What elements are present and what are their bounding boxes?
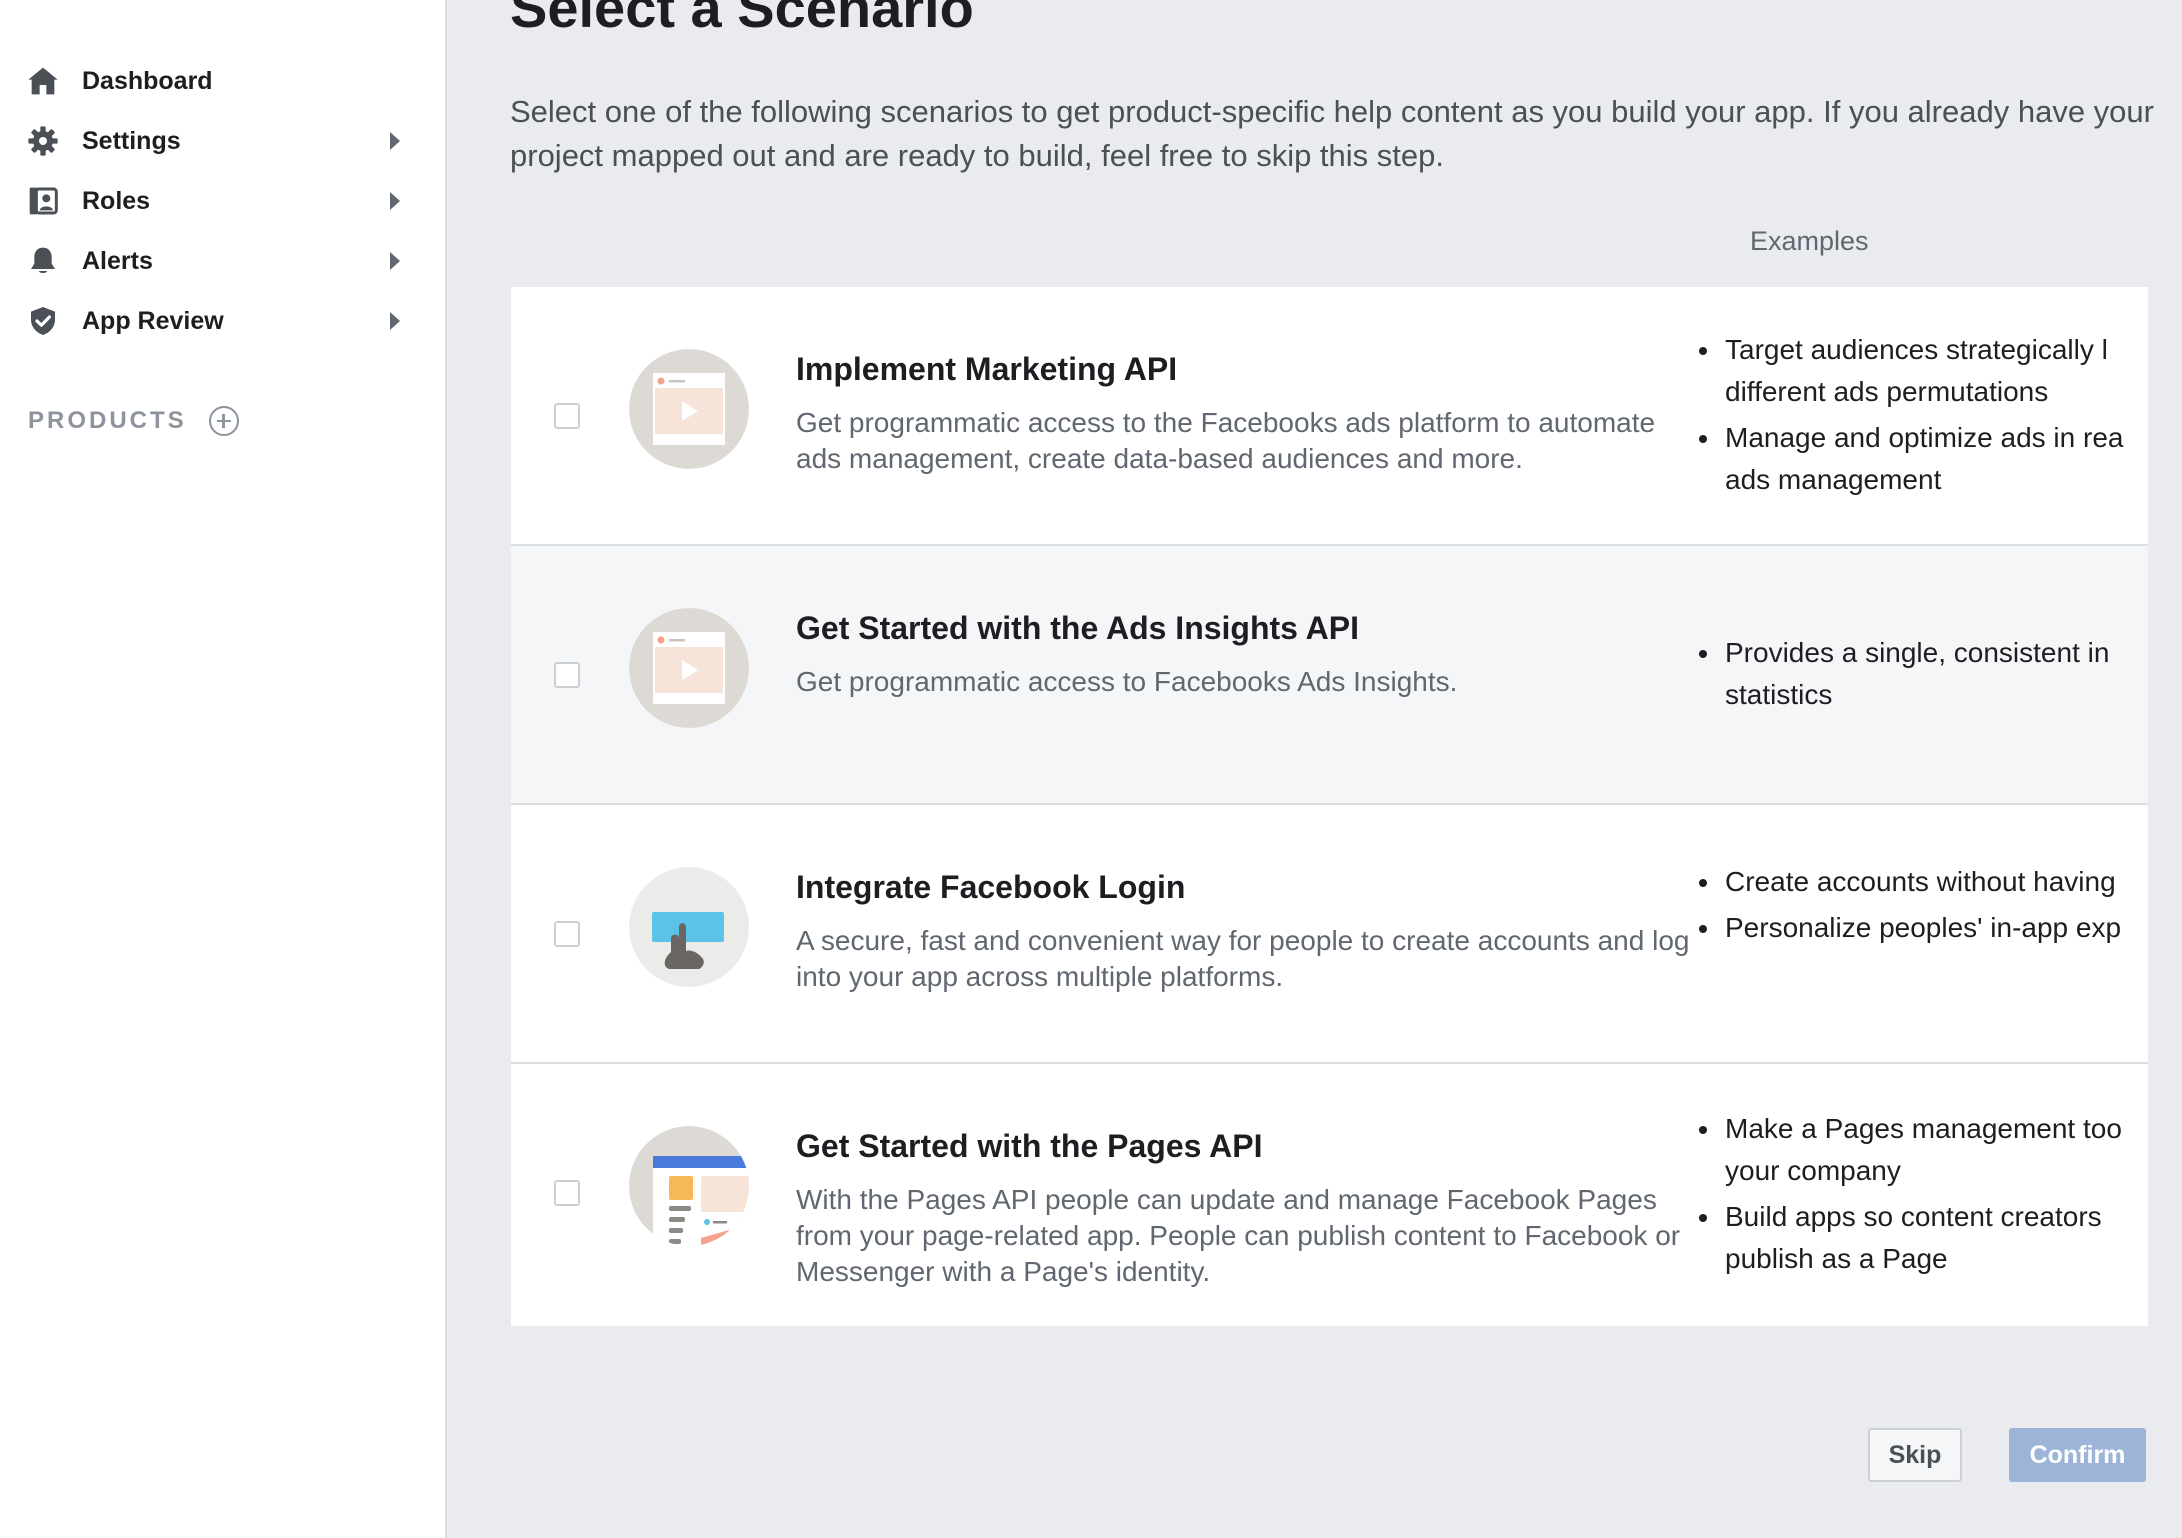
sidebar-item-app-review[interactable]: App Review [26,299,406,343]
scenario-title: Get Started with the Pages API [796,1128,1263,1164]
products-section: PRODUCTS [28,406,239,436]
example-item: Create accounts without having [1699,861,2148,903]
example-item: Provides a single, consistent in statist… [1699,632,2148,716]
gear-icon [26,124,60,158]
scenario-examples: Make a Pages management too your company… [1699,1108,2148,1284]
video-ad-illustration [629,608,749,728]
examples-column-header: Examples [1750,226,1869,256]
sidebar-item-label: Roles [82,186,151,215]
scenario-title: Get Started with the Ads Insights API [796,610,1360,646]
scenario-examples: Provides a single, consistent in statist… [1699,632,2148,720]
scenario-examples: Target audiences strategically l differe… [1699,329,2148,505]
video-ad-illustration [629,349,749,469]
shield-check-icon [26,304,60,338]
scenario-description: Get programmatic access to Facebooks Ads… [796,666,1458,697]
scenario-examples: Create accounts without having Personali… [1699,861,2148,953]
scenario-row-ads-insights-api[interactable]: Get Started with the Ads Insights API Ge… [511,546,2148,805]
example-item: Personalize peoples' in-app exp [1699,907,2148,949]
sidebar-item-alerts[interactable]: Alerts [26,239,406,283]
roles-icon [26,184,60,218]
sidebar-item-label: Dashboard [82,66,213,95]
scenario-description: A secure, fast and convenient way for pe… [796,925,1690,992]
scenario-row-pages-api[interactable]: Get Started with the Pages API With the … [511,1064,2148,1326]
caret-right-icon [390,192,400,210]
sidebar-item-roles[interactable]: Roles [26,179,406,223]
scenario-checkbox[interactable] [554,1180,580,1206]
example-item: Make a Pages management too your company [1699,1108,2148,1192]
example-item: Target audiences strategically l differe… [1699,329,2148,413]
scenario-list: Implement Marketing API Get programmatic… [511,287,2148,1326]
confirm-button[interactable]: Confirm [2009,1428,2146,1482]
scenario-row-facebook-login[interactable]: Integrate Facebook Login A secure, fast … [511,805,2148,1064]
pages-illustration [629,1126,749,1246]
skip-button[interactable]: Skip [1868,1428,1962,1482]
home-icon [26,64,60,98]
caret-right-icon [390,132,400,150]
page-title: Select a Scenario [510,0,974,39]
sidebar: Dashboard Settings Roles Alerts App Revi… [0,0,447,1538]
sidebar-item-label: Settings [82,126,181,155]
caret-right-icon [390,252,400,270]
caret-right-icon [390,312,400,330]
example-item: Manage and optimize ads in rea ads manag… [1699,417,2148,501]
scenario-title: Integrate Facebook Login [796,869,1186,905]
sidebar-item-label: Alerts [82,246,153,275]
products-label: PRODUCTS [28,407,187,434]
page-description: Select one of the following scenarios to… [510,94,2154,173]
scenario-checkbox[interactable] [554,662,580,688]
scenario-title: Implement Marketing API [796,351,1178,387]
scenario-description: With the Pages API people can update and… [796,1184,1681,1287]
scenario-checkbox[interactable] [554,403,580,429]
add-product-icon[interactable] [208,406,239,436]
example-item: Build apps so content creators publish a… [1699,1196,2148,1280]
sidebar-item-label: App Review [82,306,224,335]
scenario-row-marketing-api[interactable]: Implement Marketing API Get programmatic… [511,287,2148,546]
scenario-description: Get programmatic access to the Facebooks… [796,407,1656,474]
scenario-checkbox[interactable] [554,921,580,947]
sidebar-item-settings[interactable]: Settings [26,119,406,163]
bell-icon [26,244,60,278]
login-tap-illustration [629,867,749,987]
main-content: Select a Scenario Select one of the foll… [448,0,2182,1538]
sidebar-item-dashboard[interactable]: Dashboard [26,59,406,103]
